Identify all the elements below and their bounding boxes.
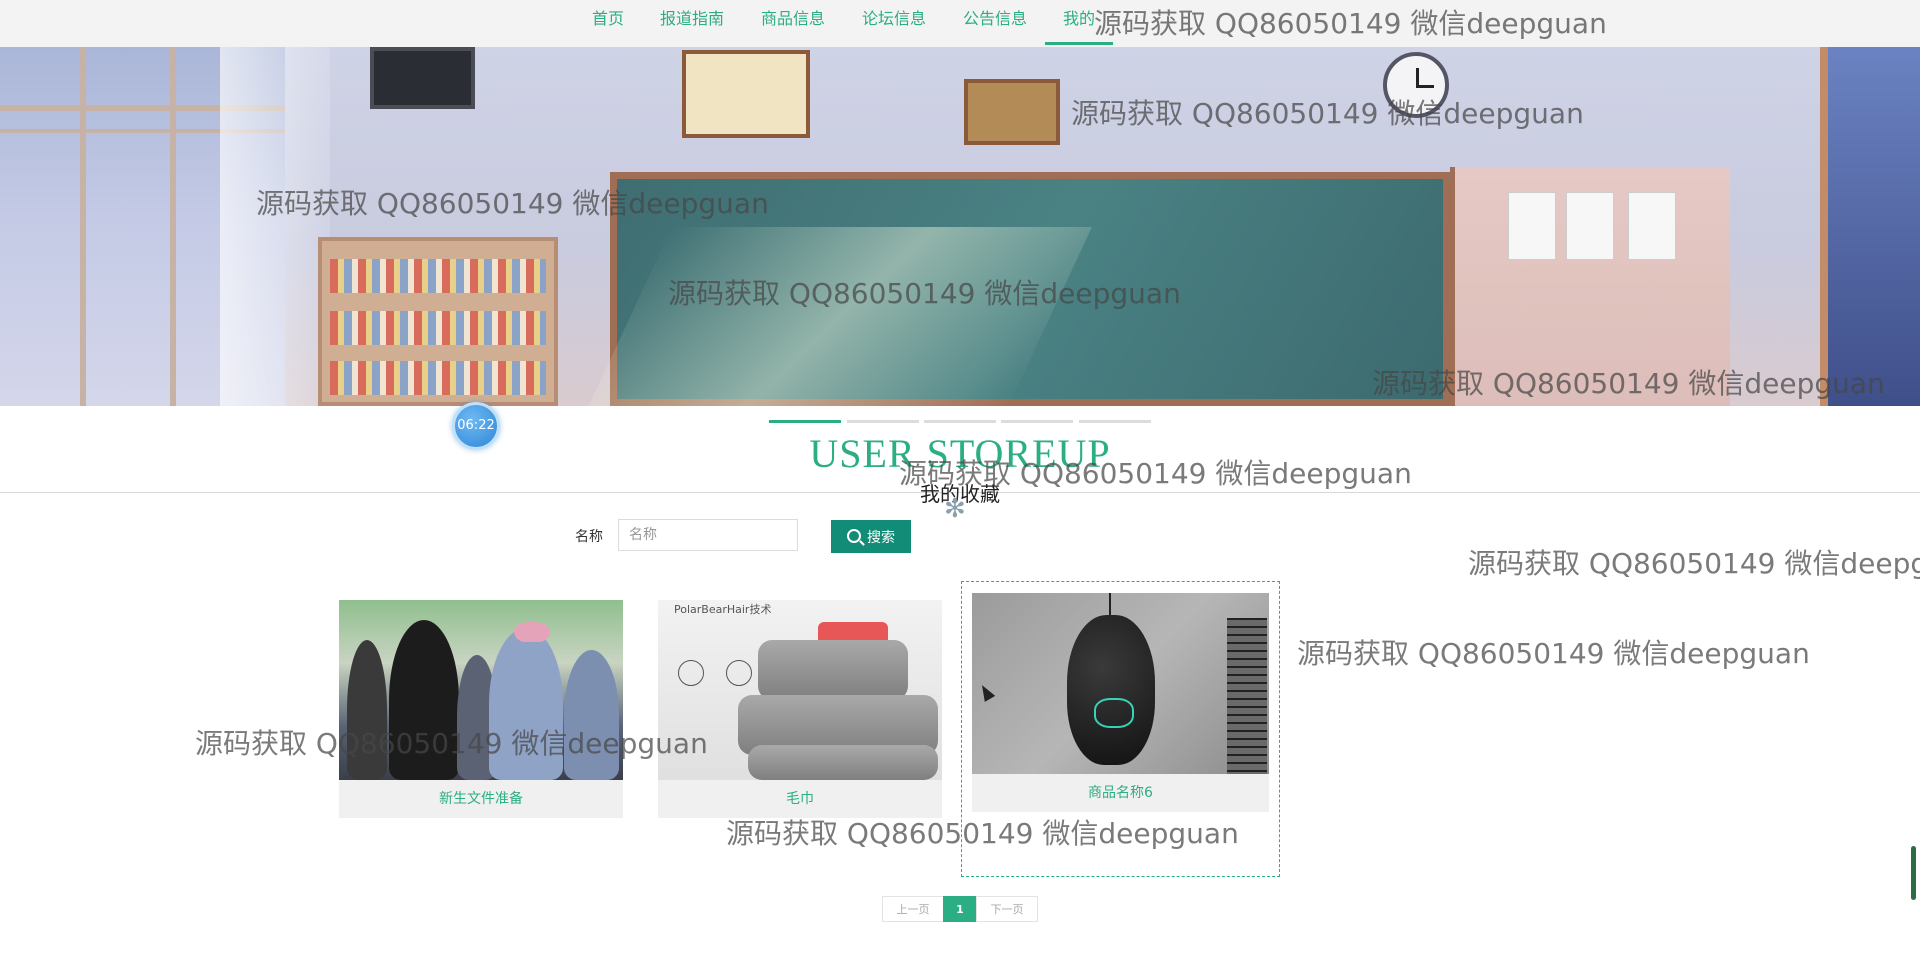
nav-products[interactable]: 商品信息 <box>761 0 825 45</box>
carousel-indicator[interactable] <box>1001 420 1073 423</box>
nav-home[interactable]: 首页 <box>592 0 624 45</box>
search-button[interactable]: 搜索 <box>831 520 911 553</box>
banner-bookshelf <box>318 237 558 406</box>
search-icon <box>847 528 861 543</box>
favorite-card[interactable]: PolarBearHair技术 毛巾 <box>658 600 942 818</box>
next-page-button[interactable]: 下一页 <box>976 896 1038 922</box>
scrollbar-thumb[interactable] <box>1911 846 1916 900</box>
banner-notice <box>1566 192 1614 260</box>
nav-notices[interactable]: 公告信息 <box>963 0 1027 45</box>
carousel-indicator[interactable] <box>847 420 919 423</box>
card-image-towel: PolarBearHair技术 <box>658 600 942 780</box>
nav-guide[interactable]: 报道指南 <box>660 0 724 45</box>
banner-speaker <box>964 79 1060 145</box>
banner-light <box>588 227 1092 406</box>
search-input[interactable] <box>618 519 798 551</box>
search-button-label: 搜索 <box>867 529 895 546</box>
banner-frame <box>682 50 810 138</box>
carousel-indicator[interactable] <box>1079 420 1151 423</box>
banner-door <box>1820 47 1920 406</box>
card-image-students <box>339 600 623 780</box>
carousel-indicator[interactable] <box>769 420 841 423</box>
banner-tv <box>370 47 475 109</box>
card-title: 毛巾 <box>658 780 942 818</box>
clock-icon <box>1383 52 1449 118</box>
prev-page-button[interactable]: 上一页 <box>882 896 944 922</box>
carousel-indicator[interactable] <box>924 420 996 423</box>
watermark: 源码获取 QQ86050149 微信deepguan <box>1297 637 1810 670</box>
nav-mine[interactable]: 我的 <box>1045 0 1113 45</box>
search-label: 名称 <box>575 529 603 545</box>
favorite-card[interactable]: 新生文件准备 <box>339 600 623 818</box>
watermark: 源码获取 QQ86050149 微信deepguan <box>1468 547 1920 580</box>
favorite-card-hovered[interactable]: 商品名称6 <box>961 581 1280 877</box>
image-caption: PolarBearHair技术 <box>674 603 772 616</box>
banner-notice <box>1628 192 1676 260</box>
banner-carousel[interactable] <box>0 47 1920 406</box>
card-title: 新生文件准备 <box>339 780 623 818</box>
section-title: USER STOREUP <box>809 431 1111 476</box>
nav-forum[interactable]: 论坛信息 <box>862 0 926 45</box>
top-navigation: 首页 报道指南 商品信息 论坛信息 公告信息 我的 <box>0 0 1920 48</box>
mouse-logo-icon <box>1094 698 1134 728</box>
banner-notice <box>1508 192 1556 260</box>
banner-curtain <box>220 47 330 406</box>
card-image-mouse <box>972 593 1269 774</box>
decor-star-icon: ✻ <box>944 494 966 524</box>
page-number[interactable]: 1 <box>943 896 977 922</box>
card-title: 商品名称6 <box>972 774 1269 812</box>
